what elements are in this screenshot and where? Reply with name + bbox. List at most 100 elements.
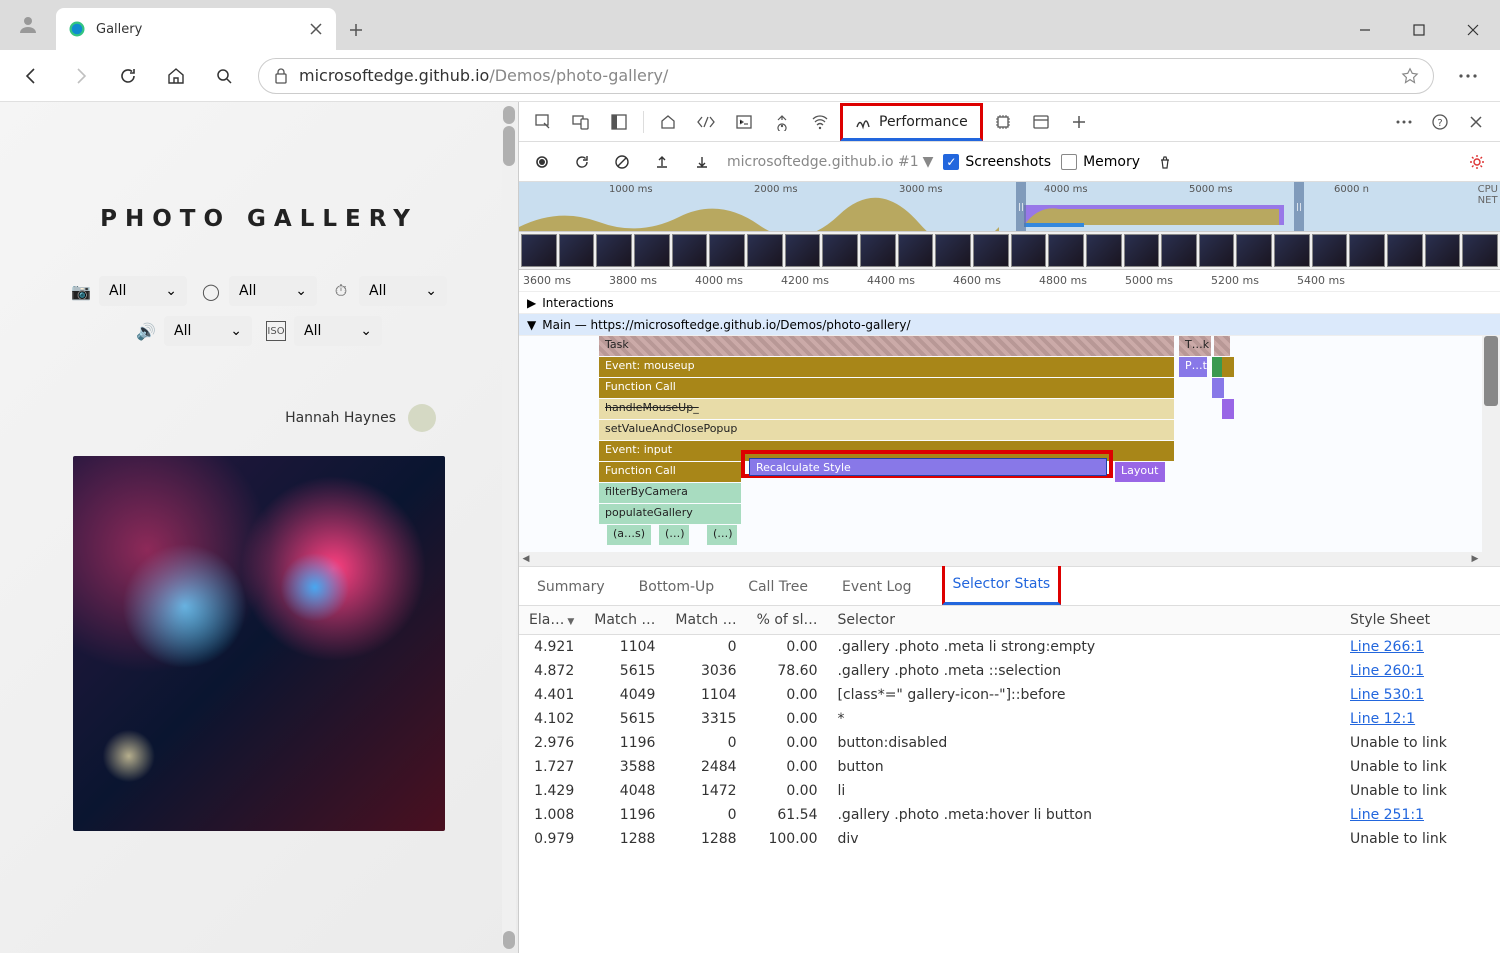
filmstrip-frame[interactable] [1312, 234, 1348, 267]
close-devtools-icon[interactable] [1458, 104, 1494, 140]
cell-stylesheet[interactable]: Line 530:1 [1340, 683, 1500, 707]
app-menu-button[interactable] [1446, 54, 1490, 98]
recording-dropdown[interactable]: microsoftedge.github.io #1▼ [727, 154, 933, 170]
performance-tab[interactable]: Performance [840, 103, 983, 141]
flame-call[interactable]: setValueAndClosePopup [599, 420, 1174, 440]
filmstrip-frame[interactable] [1011, 234, 1047, 267]
table-row[interactable]: 4.102561533150.00*Line 12:1 [519, 707, 1500, 731]
flame-call[interactable] [1222, 399, 1234, 419]
table-row[interactable]: 1.727358824840.00buttonUnable to link [519, 755, 1500, 779]
clear-button[interactable] [607, 147, 637, 177]
selector-stats-table[interactable]: Ela…▼ Match … Match … % of sl… Selector … [519, 606, 1500, 953]
cell-stylesheet[interactable]: Line 266:1 [1340, 635, 1500, 660]
flame-hscrollbar[interactable]: ◀▶ [519, 552, 1482, 566]
flame-call[interactable]: Function Call [599, 378, 1174, 398]
elements-tab-icon[interactable] [688, 104, 724, 140]
col-match1[interactable]: Match … [584, 606, 665, 635]
page-scrollbar[interactable] [502, 106, 516, 949]
memory-tab-icon[interactable] [985, 104, 1021, 140]
table-row[interactable]: 0.97912881288100.00divUnable to link [519, 827, 1500, 851]
flame-vscrollbar[interactable] [1482, 336, 1500, 566]
cell-stylesheet[interactable]: Line 12:1 [1340, 707, 1500, 731]
gc-button[interactable] [1150, 147, 1180, 177]
flame-call[interactable]: filterByCamera [599, 483, 741, 503]
filmstrip-frame[interactable] [1462, 234, 1498, 267]
flame-layout[interactable]: Layout [1115, 462, 1165, 482]
flame-call[interactable]: (…) [659, 525, 689, 545]
overview-right-handle[interactable]: || [1294, 182, 1304, 231]
col-match2[interactable]: Match … [665, 606, 746, 635]
filmstrip-frame[interactable] [822, 234, 858, 267]
filmstrip-frame[interactable] [1349, 234, 1385, 267]
settings-icon[interactable] [1462, 147, 1492, 177]
new-tab-button[interactable] [336, 10, 376, 50]
cell-stylesheet[interactable]: Line 251:1 [1340, 803, 1500, 827]
table-row[interactable]: 2.976119600.00button:disabledUnable to l… [519, 731, 1500, 755]
flame-event[interactable]: Event: mouseup [599, 357, 1174, 377]
flame-task[interactable]: Task [599, 336, 1174, 356]
load-profile-button[interactable] [647, 147, 677, 177]
filmstrip-frame[interactable] [1387, 234, 1423, 267]
filmstrip-frame[interactable] [898, 234, 934, 267]
flame-call[interactable]: Function Call [599, 462, 741, 482]
aperture-filter[interactable]: All⌄ [229, 276, 317, 306]
flame-call[interactable]: populateGallery [599, 504, 741, 524]
browser-tab[interactable]: Gallery [56, 8, 336, 50]
device-emulation-icon[interactable] [563, 104, 599, 140]
table-row[interactable]: 1.0081196061.54.gallery .photo .meta:hov… [519, 803, 1500, 827]
filmstrip-frame[interactable] [1236, 234, 1272, 267]
col-pct[interactable]: % of sl… [747, 606, 828, 635]
filmstrip-frame[interactable] [935, 234, 971, 267]
filmstrip-frame[interactable] [1086, 234, 1122, 267]
table-row[interactable]: 4.401404911040.00[class*=" gallery-icon-… [519, 683, 1500, 707]
col-selector[interactable]: Selector [827, 606, 1340, 635]
table-row[interactable]: 1.429404814720.00liUnable to link [519, 779, 1500, 803]
screenshots-checkbox[interactable]: ✓Screenshots [943, 154, 1051, 170]
record-button[interactable] [527, 147, 557, 177]
more-options-icon[interactable] [1386, 104, 1422, 140]
profile-icon[interactable] [6, 3, 50, 47]
search-button[interactable] [202, 54, 246, 98]
filmstrip-frame[interactable] [1274, 234, 1310, 267]
flame-task[interactable]: T…k [1179, 336, 1211, 356]
flame-task[interactable] [1214, 336, 1230, 356]
filmstrip-frame[interactable] [1048, 234, 1084, 267]
iso-filter[interactable]: All⌄ [294, 316, 382, 346]
col-stylesheet[interactable]: Style Sheet [1340, 606, 1500, 635]
minimize-button[interactable] [1338, 10, 1392, 50]
filmstrip-frame[interactable] [860, 234, 896, 267]
flame-event[interactable] [1222, 357, 1234, 377]
flame-call[interactable]: (…) [707, 525, 737, 545]
scroll-thumb[interactable] [503, 126, 515, 166]
close-tab-icon[interactable] [308, 21, 324, 37]
tab-bottom-up[interactable]: Bottom-Up [635, 569, 719, 605]
close-window-button[interactable] [1446, 10, 1500, 50]
camera-filter[interactable]: All⌄ [99, 276, 187, 306]
application-tab-icon[interactable] [1023, 104, 1059, 140]
flame-chart[interactable]: Task T…k Event: mouseup P…t Function Cal… [519, 336, 1500, 566]
tab-call-tree[interactable]: Call Tree [744, 569, 812, 605]
filmstrip-frame[interactable] [672, 234, 708, 267]
refresh-button[interactable] [106, 54, 150, 98]
favorite-icon[interactable] [1401, 67, 1419, 85]
flame-call[interactable] [1212, 378, 1224, 398]
save-profile-button[interactable] [687, 147, 717, 177]
filmstrip-frame[interactable] [1425, 234, 1461, 267]
filmstrip-frame[interactable] [1124, 234, 1160, 267]
filmstrip-frame[interactable] [1199, 234, 1235, 267]
flame-event[interactable]: P…t [1179, 357, 1207, 377]
tab-selector-stats[interactable]: Selector Stats [942, 563, 1062, 605]
filmstrip-frame[interactable] [785, 234, 821, 267]
table-row[interactable]: 4.8725615303678.60.gallery .photo .meta … [519, 659, 1500, 683]
gallery-photo[interactable] [73, 456, 445, 831]
filmstrip[interactable] [519, 232, 1500, 270]
filmstrip-frame[interactable] [747, 234, 783, 267]
main-track-header[interactable]: ▼Main — https://microsoftedge.github.io/… [519, 314, 1500, 336]
filmstrip-frame[interactable] [559, 234, 595, 267]
filmstrip-frame[interactable] [521, 234, 557, 267]
timeline-overview[interactable]: 1000 ms 2000 ms 3000 ms 4000 ms 5000 ms … [519, 182, 1500, 232]
flame-call[interactable]: (a…s) [607, 525, 651, 545]
maximize-button[interactable] [1392, 10, 1446, 50]
more-tabs-button[interactable] [1061, 104, 1097, 140]
memory-checkbox[interactable]: Memory [1061, 154, 1140, 170]
